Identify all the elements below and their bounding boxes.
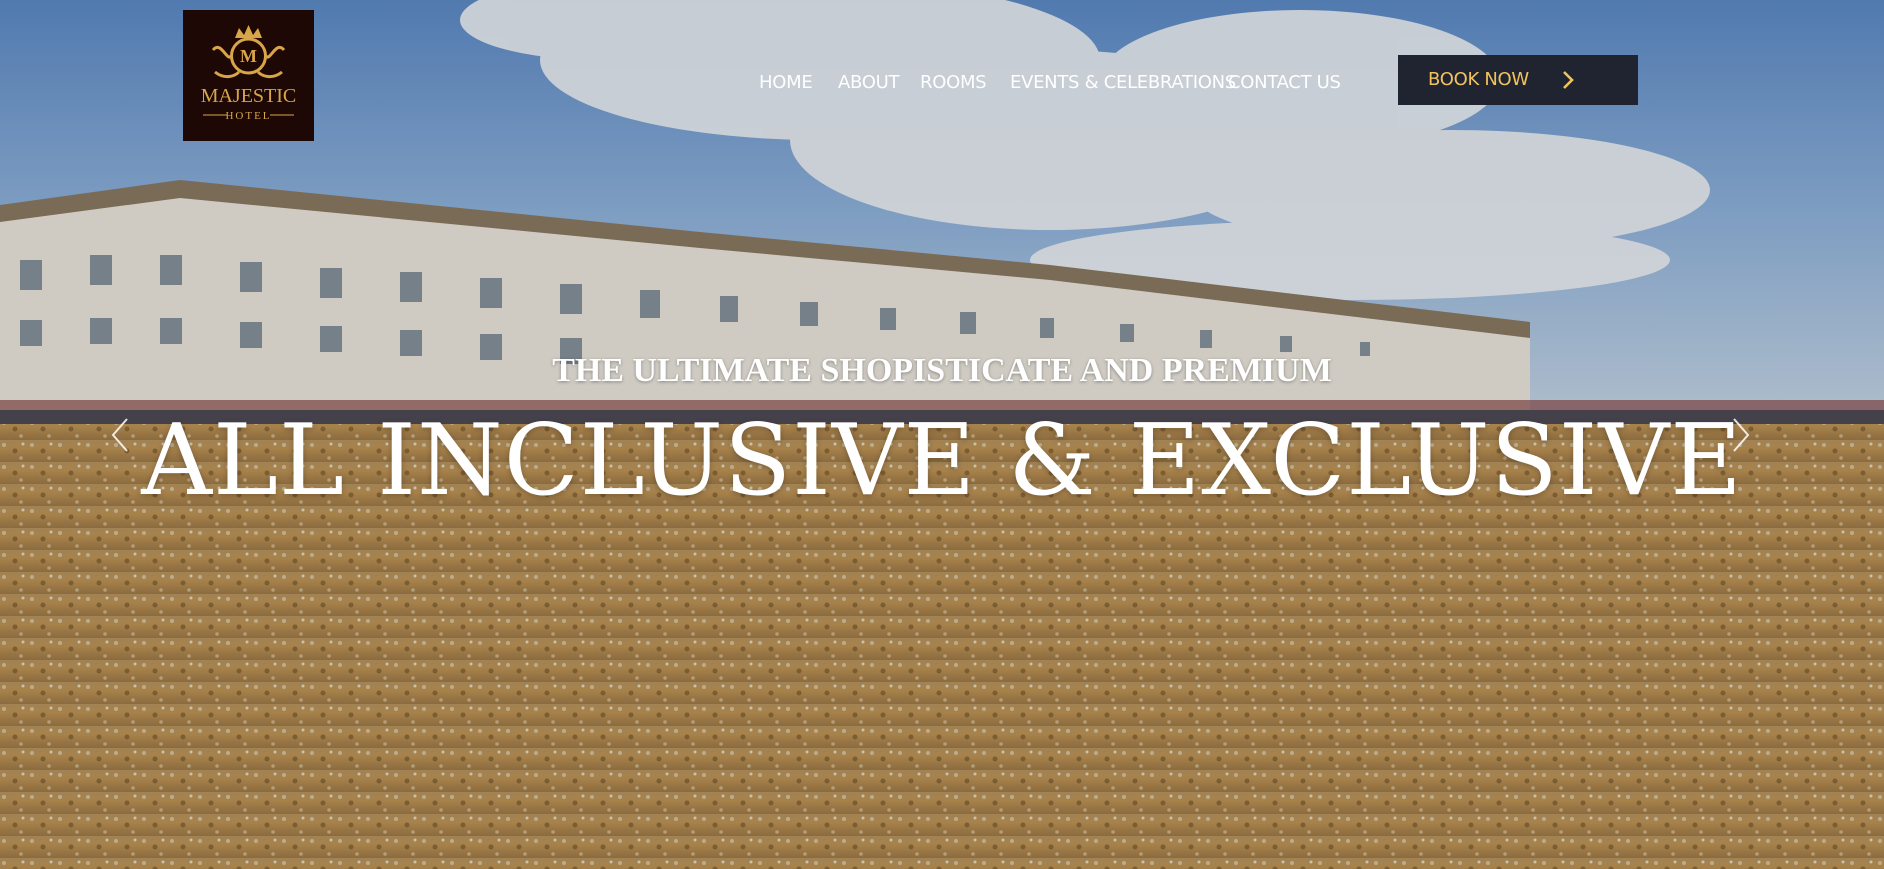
chevron-right-icon <box>1733 418 1750 452</box>
nav-events-celebrations[interactable]: EVENTS & CELEBRATIONS <box>1010 72 1236 93</box>
slider-next-arrow[interactable] <box>1728 415 1754 455</box>
nav-contact-us[interactable]: CONTACT US <box>1228 72 1341 93</box>
hero-headline: ALL INCLUSIVE & EXCLUSIVE <box>141 404 1743 518</box>
nav-home[interactable]: HOME <box>759 72 813 93</box>
chevron-left-icon <box>111 418 128 452</box>
hero-slider: M MAJESTIC HOTEL HOME ABOUT ROOMS EVENTS… <box>0 0 1884 869</box>
logo-monogram: M <box>240 46 257 66</box>
book-now-label: BOOK NOW <box>1428 69 1529 90</box>
nav-rooms[interactable]: ROOMS <box>920 72 987 93</box>
slider-prev-arrow[interactable] <box>107 415 133 455</box>
chevron-right-icon <box>1563 71 1574 89</box>
logo-subtitle: HOTEL <box>225 110 271 122</box>
nav-about[interactable]: ABOUT <box>838 72 899 93</box>
book-now-button[interactable]: BOOK NOW <box>1398 55 1638 105</box>
hero-kicker: THE ULTIMATE SHOPISTICATE AND PREMIUM <box>552 352 1332 389</box>
